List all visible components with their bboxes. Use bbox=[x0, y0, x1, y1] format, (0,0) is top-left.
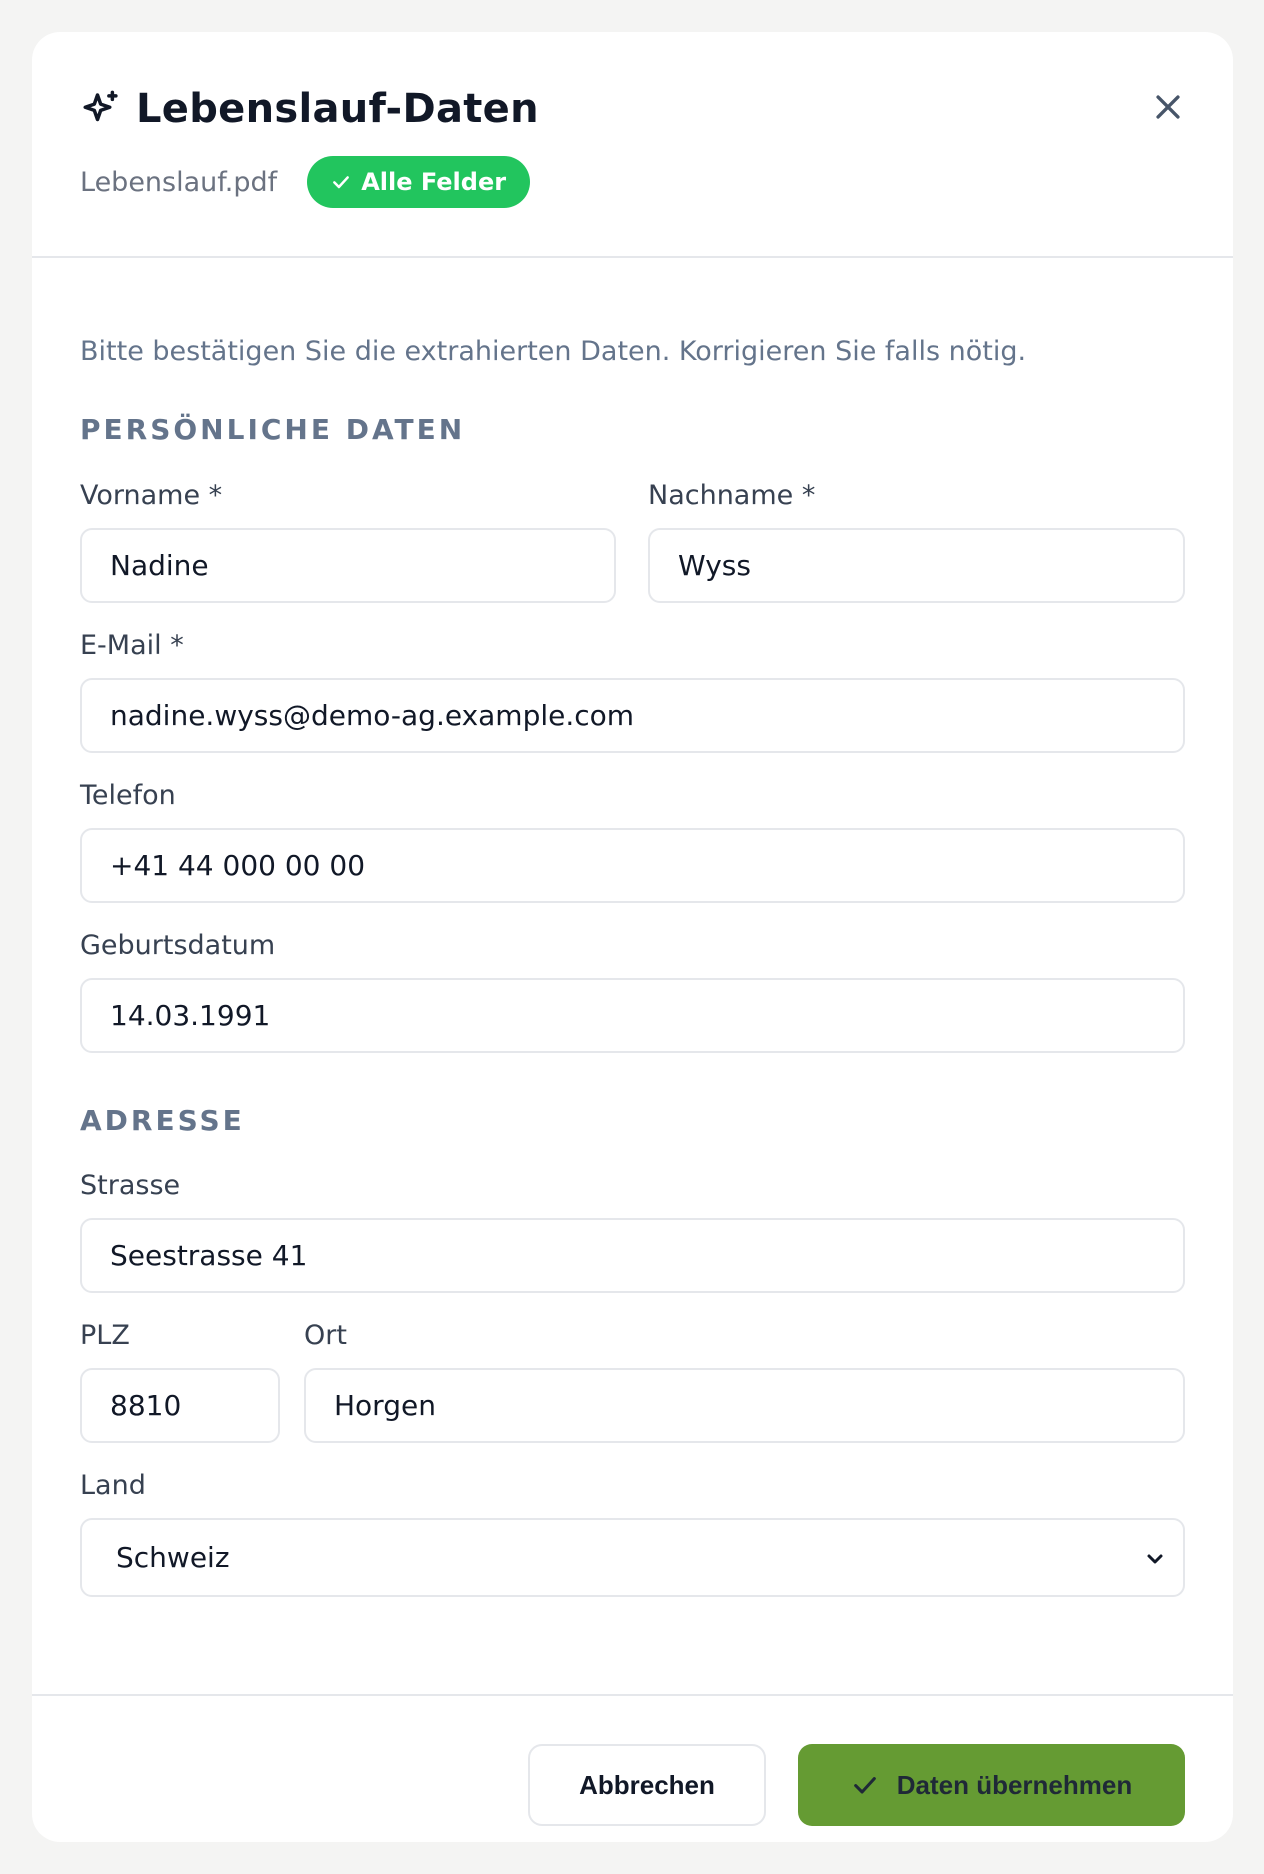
dialog-title: Lebenslauf-Daten bbox=[136, 86, 539, 132]
dialog-header: Lebenslauf-Daten Lebenslauf.pdf Alle Fel… bbox=[32, 32, 1233, 258]
street-label: Strasse bbox=[80, 1170, 181, 1201]
footer-divider bbox=[32, 1694, 1233, 1696]
close-icon[interactable] bbox=[1151, 90, 1185, 124]
street-input[interactable] bbox=[80, 1218, 1185, 1293]
birthdate-label: Geburtsdatum bbox=[80, 930, 276, 961]
section-title-personal: PERSÖNLICHE DATEN bbox=[80, 413, 466, 446]
title-row: Lebenslauf-Daten bbox=[80, 86, 539, 132]
file-info: Lebenslauf.pdf Alle Felder bbox=[80, 156, 531, 208]
lastname-label: Nachname * bbox=[648, 480, 816, 511]
birthdate-input[interactable] bbox=[80, 978, 1185, 1053]
city-label: Ort bbox=[304, 1320, 347, 1351]
check-icon bbox=[333, 176, 350, 189]
submit-button[interactable]: Daten übernehmen bbox=[798, 1744, 1185, 1826]
sparkle-icon bbox=[83, 90, 118, 122]
section-title-address: ADRESSE bbox=[80, 1104, 245, 1137]
chevron-down-icon bbox=[1147, 1554, 1163, 1564]
city-input[interactable] bbox=[304, 1368, 1185, 1443]
country-label: Land bbox=[80, 1470, 146, 1501]
phone-label: Telefon bbox=[80, 780, 176, 811]
email-label: E-Mail * bbox=[80, 630, 184, 661]
submit-button-label: Daten übernehmen bbox=[896, 1769, 1133, 1800]
email-input[interactable] bbox=[80, 678, 1185, 753]
zip-input[interactable] bbox=[80, 1368, 280, 1443]
firstname-label: Vorname * bbox=[80, 480, 223, 511]
cancel-button-label: Abbrechen bbox=[579, 1769, 715, 1800]
check-icon bbox=[853, 1777, 876, 1794]
cancel-button[interactable]: Abbrechen bbox=[528, 1744, 766, 1826]
intro-text: Bitte bestätigen Sie die extrahierten Da… bbox=[80, 336, 1027, 367]
country-select[interactable]: Schweiz bbox=[80, 1518, 1185, 1597]
firstname-input[interactable] bbox=[80, 528, 616, 603]
file-name: Lebenslauf.pdf bbox=[80, 166, 278, 198]
phone-input[interactable] bbox=[80, 828, 1185, 903]
resume-data-dialog: Lebenslauf-Daten Lebenslauf.pdf Alle Fel… bbox=[32, 32, 1233, 1842]
status-badge-label: Alle Felder bbox=[361, 168, 507, 196]
status-badge: Alle Felder bbox=[307, 156, 531, 208]
zip-label: PLZ bbox=[80, 1320, 130, 1351]
lastname-input[interactable] bbox=[648, 528, 1185, 603]
country-select-value: Schweiz bbox=[116, 1541, 230, 1574]
